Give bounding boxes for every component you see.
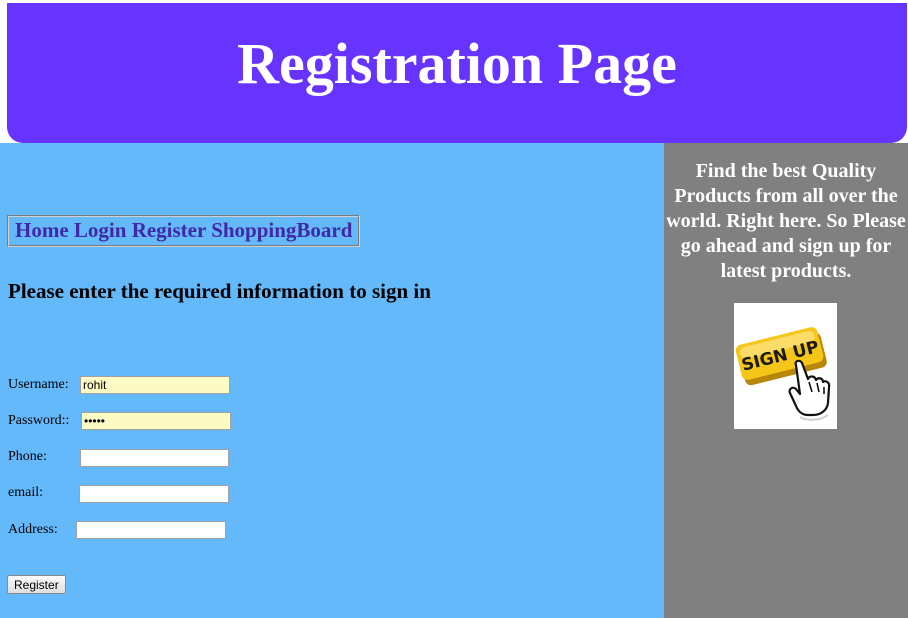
phone-label: Phone: bbox=[8, 449, 47, 464]
email-input[interactable] bbox=[79, 485, 229, 503]
signup-graphic: SIGN UP bbox=[735, 327, 831, 421]
sidebar: Find the best Quality Products from all … bbox=[664, 143, 908, 618]
address-label: Address: bbox=[8, 522, 58, 537]
password-input[interactable] bbox=[81, 412, 231, 430]
page-header: Registration Page bbox=[7, 3, 907, 143]
page-title: Registration Page bbox=[237, 30, 677, 96]
promo-text: Find the best Quality Products from all … bbox=[666, 160, 906, 282]
nav-bar: Home Login Register ShoppingBoard bbox=[7, 215, 361, 247]
username-input[interactable] bbox=[80, 376, 230, 394]
password-label: Password:: bbox=[8, 413, 70, 428]
nav-register-link[interactable]: Register bbox=[132, 218, 206, 242]
nav-shoppingboard-link[interactable]: ShoppingBoard bbox=[211, 218, 352, 242]
address-input[interactable] bbox=[76, 521, 226, 539]
register-button[interactable]: Register bbox=[7, 575, 66, 594]
main-content: Home Login Register ShoppingBoard Please… bbox=[0, 143, 664, 618]
form-instructions: Please enter the required information to… bbox=[8, 279, 431, 303]
nav-home-link[interactable]: Home bbox=[15, 218, 69, 242]
signup-image: SIGN UP bbox=[734, 303, 837, 429]
phone-input[interactable] bbox=[80, 449, 229, 467]
username-label: Username: bbox=[8, 377, 69, 392]
email-label: email: bbox=[8, 485, 43, 500]
nav-login-link[interactable]: Login bbox=[74, 218, 127, 242]
